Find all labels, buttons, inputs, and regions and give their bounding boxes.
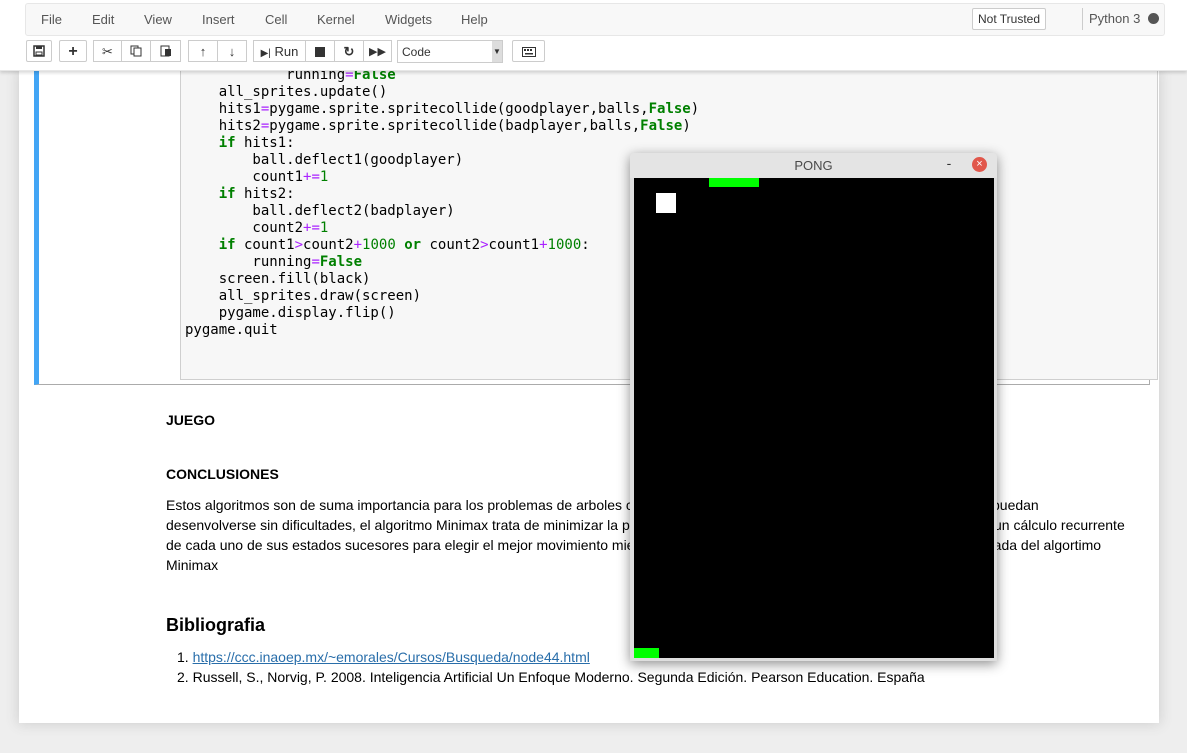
paste-icon <box>160 45 171 57</box>
restart-button[interactable]: ↻ <box>334 40 364 62</box>
list-number: 2. <box>177 669 193 685</box>
code-text: running=False all_sprites.update() hits1… <box>185 67 700 338</box>
para-line: puedan <box>992 497 1039 513</box>
restart-run-all-button[interactable]: ▶▶ <box>363 40 392 62</box>
para-line: rada del algortimo <box>989 537 1102 553</box>
heading-juego: JUEGO <box>166 412 216 428</box>
close-icon[interactable]: × <box>972 157 987 172</box>
cut-button[interactable]: ✂ <box>93 40 122 62</box>
kernel-name: Python 3 <box>1082 8 1140 30</box>
menu-bar: File Edit View Insert Cell Kernel Widget… <box>25 3 1165 36</box>
heading-bibliografia: Bibliografia <box>166 615 266 635</box>
interrupt-button[interactable] <box>305 40 335 62</box>
plus-icon: + <box>68 43 78 60</box>
menu-edit[interactable]: Edit <box>92 12 114 27</box>
move-up-button[interactable]: ↑ <box>188 40 218 62</box>
game-canvas[interactable] <box>634 178 994 658</box>
kernel-status-indicator <box>1148 13 1159 24</box>
paddle-bottom <box>634 648 659 658</box>
reference-item: 2. Russell, S., Norvig, P. 2008. Intelig… <box>177 669 925 685</box>
para-line: desenvolverse sin dificultades, el algor… <box>166 517 630 533</box>
save-button[interactable] <box>26 40 52 62</box>
chevron-down-icon: ▼ <box>492 41 502 62</box>
notebook-header: File Edit View Insert Cell Kernel Widget… <box>0 0 1187 71</box>
command-palette-button[interactable] <box>512 40 545 62</box>
run-icon: ▶| <box>260 48 271 59</box>
arrow-up-icon: ↑ <box>199 44 207 59</box>
para-line: de cada uno de sus estados sucesores par… <box>166 537 635 553</box>
not-trusted-badge[interactable]: Not Trusted <box>972 8 1047 30</box>
cut-icon: ✂ <box>102 44 113 59</box>
reference-text: Russell, S., Norvig, P. 2008. Inteligenc… <box>192 669 925 685</box>
reference-item: 1. https://ccc.inaoep.mx/~emorales/Curso… <box>177 649 590 665</box>
stop-icon <box>315 47 325 57</box>
heading-conclusiones: CONCLUSIONES <box>166 466 279 482</box>
window-titlebar[interactable]: PONG - × <box>630 153 997 178</box>
para-line: un cálculo recurrente <box>994 517 1125 533</box>
menu-kernel[interactable]: Kernel <box>317 12 355 27</box>
menu-file[interactable]: File <box>41 12 62 27</box>
copy-icon <box>130 45 142 57</box>
restart-icon: ↻ <box>343 44 355 59</box>
paste-button[interactable] <box>150 40 181 62</box>
cell-type-select[interactable]: Code ▼ <box>397 40 503 63</box>
insert-cell-button[interactable]: + <box>59 40 87 62</box>
copy-button[interactable] <box>121 40 151 62</box>
para-line: Minimax <box>166 557 219 573</box>
cell-type-value: Code <box>402 45 431 59</box>
run-label: Run <box>274 44 299 59</box>
list-number: 1. <box>177 649 193 665</box>
paddle-top <box>709 178 759 187</box>
para-line: Estos algoritmos son de suma importancia… <box>166 497 633 513</box>
menu-widgets[interactable]: Widgets <box>385 12 432 27</box>
window-title: PONG <box>794 158 833 173</box>
menu-cell[interactable]: Cell <box>265 12 287 27</box>
menu-insert[interactable]: Insert <box>202 12 235 27</box>
reference-link[interactable]: https://ccc.inaoep.mx/~emorales/Cursos/B… <box>193 649 590 665</box>
minimize-icon[interactable]: - <box>943 155 955 171</box>
pong-window[interactable]: PONG - × <box>630 153 997 661</box>
arrow-down-icon: ↓ <box>228 44 236 59</box>
run-button[interactable]: ▶| Run <box>253 40 306 62</box>
fast-forward-icon: ▶▶ <box>369 46 386 58</box>
menu-view[interactable]: View <box>144 12 172 27</box>
move-down-button[interactable]: ↓ <box>217 40 247 62</box>
ball <box>656 193 676 213</box>
keyboard-icon <box>521 47 536 57</box>
save-icon <box>33 45 45 57</box>
menu-help[interactable]: Help <box>461 12 488 27</box>
